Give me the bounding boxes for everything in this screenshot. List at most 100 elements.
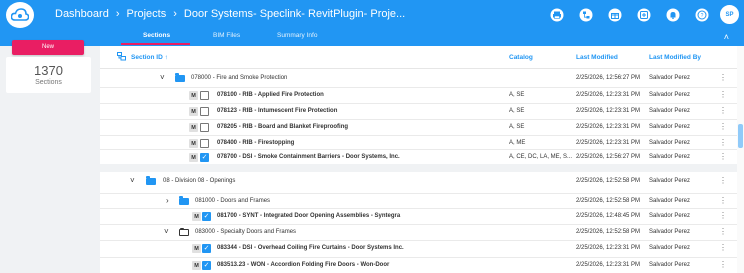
m-badge: M [189, 139, 198, 148]
chevron-right-icon[interactable]: › [166, 196, 169, 205]
row-checkbox[interactable] [200, 107, 209, 116]
cloud-logo-icon[interactable] [6, 2, 34, 28]
column-header-last-modified-by[interactable]: Last Modified By [649, 54, 701, 61]
table-row[interactable]: › 081000 - Doors and Frames 2/25/2026, 1… [100, 193, 744, 209]
breadcrumb-separator: › [173, 8, 177, 20]
last-modified-by: Salvador Perez [649, 108, 691, 114]
table-row[interactable]: ˅ 08 - Division 08 - Openings 2/25/2026,… [100, 174, 744, 190]
table-row[interactable]: M 078100 - RIB - Applied Fire Protection… [100, 87, 744, 103]
row-checkbox[interactable] [200, 91, 209, 100]
m-badge: M [189, 91, 198, 100]
help-icon[interactable]: ? [691, 4, 712, 25]
m-badge: M [192, 244, 201, 253]
breadcrumb-projects[interactable]: Projects [127, 8, 167, 20]
row-checkbox[interactable] [200, 139, 209, 148]
last-modified-by: Salvador Perez [649, 154, 691, 160]
section-name: 078700 - DSI - Smoke Containment Barrier… [217, 154, 400, 160]
more-options-icon[interactable]: ⋮ [719, 122, 727, 131]
more-options-icon[interactable]: ⋮ [719, 227, 727, 236]
section-name: 081000 - Doors and Frames [195, 198, 271, 204]
last-modified-by: Salvador Perez [649, 124, 691, 130]
sections-tree-icon[interactable] [117, 52, 126, 63]
catalog: A, CE, DC, LA, ME, S... [509, 154, 573, 160]
more-options-icon[interactable]: ⋮ [719, 243, 727, 252]
help-center-icon[interactable] [633, 4, 654, 25]
chevron-up-icon[interactable]: ˄ [724, 32, 729, 42]
catalog: A, SE [509, 124, 525, 130]
column-header-catalog[interactable]: Catalog [509, 54, 533, 61]
table-row[interactable]: M 078123 - RIB - Intumescent Fire Protec… [100, 103, 744, 119]
bell-icon[interactable] [662, 4, 683, 25]
chevron-down-icon[interactable]: ˅ [130, 176, 135, 185]
table-row[interactable]: ˅ 083000 - Specialty Doors and Frames 2/… [100, 224, 744, 240]
last-modified: 2/25/2026, 12:48:45 PM [576, 213, 641, 219]
table-row[interactable]: M ✓ 083513.23 - WON - Accordion Folding … [100, 257, 744, 273]
more-options-icon[interactable]: ⋮ [719, 176, 727, 185]
breadcrumb: Dashboard › Projects › Door Systems- Spe… [55, 8, 405, 20]
more-options-icon[interactable]: ⋮ [719, 211, 727, 220]
chevron-down-icon[interactable]: ˅ [160, 73, 165, 82]
breadcrumb-project[interactable]: Door Systems- Speclink- RevitPlugin- Pro… [184, 8, 405, 20]
table-row[interactable]: ˅ 078000 - Fire and Smoke Protection 2/2… [100, 71, 744, 87]
new-button[interactable]: New [12, 40, 84, 55]
section-name: 078205 - RIB - Board and Blanket Firepro… [217, 124, 349, 130]
last-modified-by: Salvador Perez [649, 92, 691, 98]
table-row[interactable]: M 078205 - RIB - Board and Blanket Firep… [100, 119, 744, 135]
last-modified-by: Salvador Perez [649, 198, 691, 204]
scrollbar-track[interactable] [737, 46, 744, 273]
more-options-icon[interactable]: ⋮ [719, 196, 727, 205]
last-modified-by: Salvador Perez [649, 140, 691, 146]
m-badge: M [189, 123, 198, 132]
gift-icon[interactable] [604, 4, 625, 25]
more-options-icon[interactable]: ⋮ [719, 152, 727, 161]
breadcrumb-separator: › [115, 8, 120, 20]
column-header-last-modified[interactable]: Last Modified [576, 54, 618, 61]
tab-sections[interactable]: Sections [143, 32, 170, 39]
tab-summary-info[interactable]: Summary Info [277, 32, 317, 39]
more-options-icon[interactable]: ⋮ [719, 73, 727, 82]
chevron-down-icon[interactable]: ˅ [164, 227, 169, 236]
last-modified: 2/25/2026, 12:56:27 PM [576, 75, 641, 81]
last-modified: 2/25/2026, 12:23:31 PM [576, 124, 641, 130]
row-checkbox-checked[interactable]: ✓ [202, 212, 211, 221]
row-checkbox-checked[interactable]: ✓ [202, 244, 211, 253]
sort-arrow-icon: ↑ [164, 54, 168, 61]
table-row[interactable]: M ✓ 078700 - DSI - Smoke Containment Bar… [100, 149, 744, 165]
folder-icon [179, 196, 189, 205]
last-modified: 2/25/2026, 12:23:31 PM [576, 262, 641, 268]
row-checkbox[interactable] [200, 123, 209, 132]
section-name: 083344 - DSI - Overhead Coiling Fire Cur… [217, 245, 404, 251]
last-modified-by: Salvador Perez [649, 178, 691, 184]
breadcrumb-dashboard[interactable]: Dashboard [55, 8, 109, 20]
catalog: A, SE [509, 92, 525, 98]
row-checkbox-checked[interactable]: ✓ [200, 153, 209, 162]
last-modified: 2/25/2026, 12:23:31 PM [576, 92, 641, 98]
last-modified-by: Salvador Perez [649, 75, 691, 81]
last-modified: 2/25/2026, 12:23:31 PM [576, 108, 641, 114]
section-name: 078123 - RIB - Intumescent Fire Protecti… [217, 108, 338, 114]
table-row[interactable]: M ✓ 081700 - SYNT - Integrated Door Open… [100, 208, 744, 224]
print-icon[interactable] [546, 4, 567, 25]
more-options-icon[interactable]: ⋮ [719, 138, 727, 147]
column-label: Section ID [131, 54, 163, 61]
last-modified: 2/25/2026, 12:23:31 PM [576, 245, 641, 251]
folder-icon [175, 73, 185, 82]
avatar[interactable]: SP [720, 5, 739, 24]
more-options-icon[interactable]: ⋮ [719, 90, 727, 99]
scrollbar-thumb[interactable] [738, 124, 743, 148]
tab-bim-files[interactable]: BIM Files [213, 32, 240, 39]
column-header-section-id[interactable]: Section ID ↑ [131, 54, 168, 61]
more-options-icon[interactable]: ⋮ [719, 106, 727, 115]
header-divider [100, 68, 744, 69]
sections-table: Section ID ↑ Catalog Last Modified Last … [100, 46, 744, 273]
more-options-icon[interactable]: ⋮ [719, 260, 727, 269]
row-checkbox-checked[interactable]: ✓ [202, 261, 211, 270]
folder-icon [146, 176, 156, 185]
section-name: 078400 - RIB - Firestopping [217, 140, 295, 146]
hierarchy-icon[interactable] [575, 4, 596, 25]
group-gap [100, 164, 744, 172]
section-name: 083000 - Specialty Doors and Frames [195, 229, 297, 235]
section-count-label: Sections [35, 79, 62, 86]
m-badge: M [189, 153, 198, 162]
table-row[interactable]: M ✓ 083344 - DSI - Overhead Coiling Fire… [100, 240, 744, 256]
